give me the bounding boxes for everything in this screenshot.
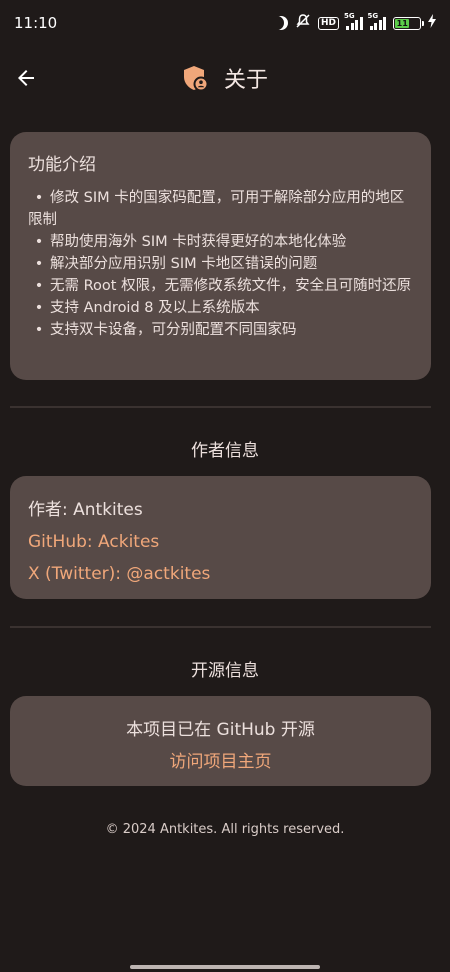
mute-icon — [295, 13, 311, 33]
features-card: 功能介绍 修改 SIM 卡的国家码配置，可用于解除部分应用的地区限制 帮助使用海… — [10, 132, 431, 380]
list-item: 帮助使用海外 SIM 卡时获得更好的本地化体验 — [28, 231, 413, 253]
top-app-bar: 关于 — [0, 48, 450, 108]
list-item: 解决部分应用识别 SIM 卡地区错误的问题 — [28, 253, 413, 275]
home-indicator[interactable] — [130, 965, 320, 969]
sim1-network-label: 5G — [344, 12, 355, 20]
battery-level: 11 — [395, 18, 410, 28]
signal-icon: 5G — [368, 12, 386, 30]
charging-icon — [428, 14, 436, 32]
divider — [10, 406, 431, 408]
list-item: 无需 Root 权限，无需修改系统文件，安全且可随时还原 — [28, 275, 413, 297]
github-link[interactable]: GitHub: Ackites — [28, 526, 413, 558]
status-icons: HD 5G 5G 11 — [274, 12, 436, 33]
list-item: 支持双卡设备，可分别配置不同国家码 — [28, 319, 413, 341]
list-item: 支持 Android 8 及以上系统版本 — [28, 297, 413, 319]
features-title: 功能介绍 — [28, 155, 96, 175]
copyright-text: © 2024 Antkites. All rights reserved. — [105, 822, 345, 837]
signal-icon: 5G — [344, 12, 363, 30]
status-time: 11:10 — [14, 14, 58, 32]
list-item: 修改 SIM 卡的国家码配置，可用于解除部分应用的地区限制 — [28, 187, 413, 231]
project-homepage-link[interactable]: 访问项目主页 — [10, 746, 431, 778]
twitter-link[interactable]: X (Twitter): @actkites — [28, 558, 413, 590]
moon-icon — [274, 16, 288, 30]
battery-icon: 11 — [393, 16, 424, 30]
divider — [10, 626, 431, 628]
page-title: 关于 — [223, 68, 268, 93]
hd-icon: HD — [317, 16, 339, 30]
author-card: 作者: Antkites GitHub: Ackites X (Twitter)… — [10, 476, 431, 599]
opensource-heading: 开源信息 — [191, 661, 259, 681]
feature-list: 修改 SIM 卡的国家码配置，可用于解除部分应用的地区限制 帮助使用海外 SIM… — [28, 187, 413, 341]
opensource-card: 本项目已在 GitHub 开源 访问项目主页 — [10, 696, 431, 786]
author-name: 作者: Antkites — [28, 500, 143, 520]
opensource-text: 本项目已在 GitHub 开源 — [126, 720, 315, 740]
title-group: 关于 — [0, 62, 450, 94]
sim2-network-label: 5G — [367, 12, 379, 20]
shield-icon — [183, 66, 208, 92]
author-heading: 作者信息 — [191, 441, 259, 461]
status-bar: 11:10 HD 5G 5G 11 — [0, 0, 450, 46]
